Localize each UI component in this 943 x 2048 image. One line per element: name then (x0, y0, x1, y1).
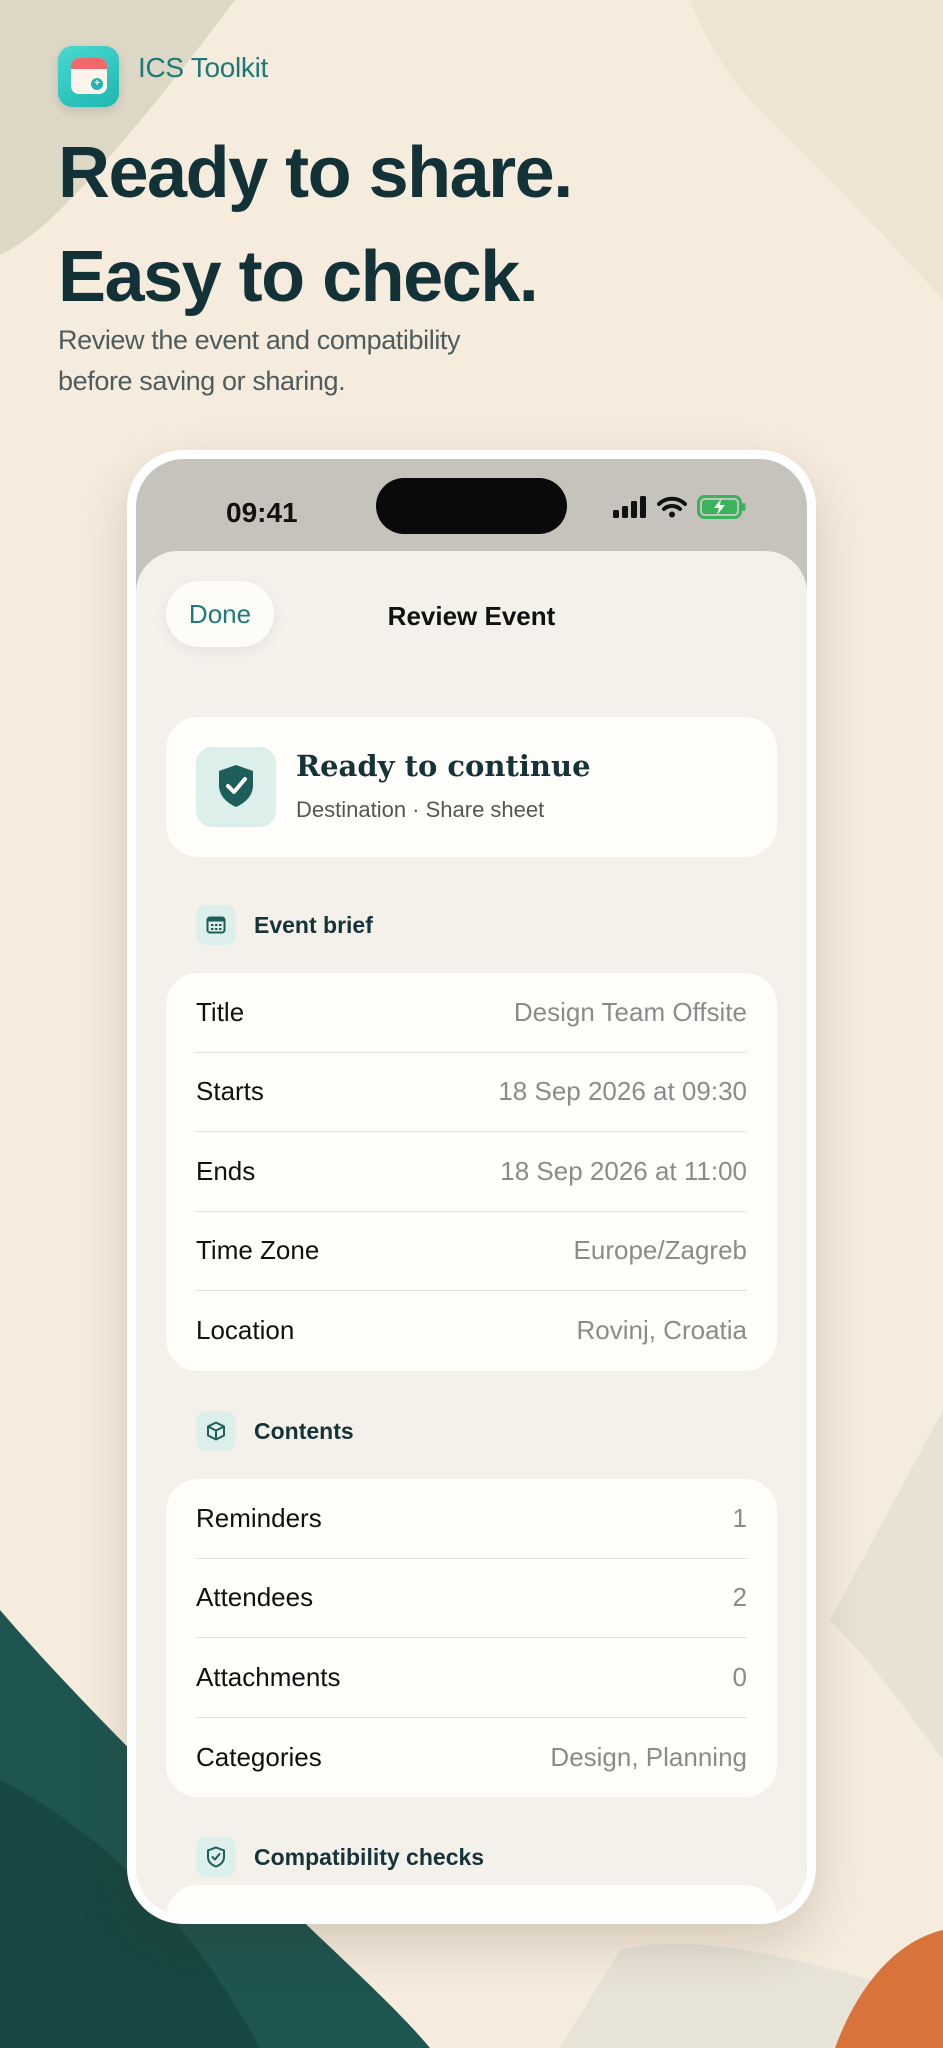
battery-charging-icon (697, 495, 746, 519)
row-key: Title (196, 996, 245, 1027)
row-key: Ends (196, 1155, 256, 1186)
box-icon (196, 1411, 236, 1451)
ready-status-card: Ready to continue Destination · Share sh… (166, 717, 777, 857)
hero-subtitle: Review the event and compatibility befor… (58, 325, 461, 396)
headline-primary: Ready to share. (58, 133, 573, 213)
row-key: Starts (196, 1076, 264, 1107)
row-value: 0 (732, 1661, 747, 1692)
row-value: Design, Planning (550, 1741, 747, 1772)
section-contents: Contents (196, 1411, 354, 1451)
review-sheet: Done Review Event Ready to continue Dest… (136, 551, 807, 1915)
list-item[interactable]: Time Zone Europe/Zagreb (196, 1212, 747, 1291)
list-item[interactable]: Location Rovinj, Croatia (196, 1291, 747, 1371)
row-key: Attachments (196, 1661, 341, 1692)
app-name: ICS Toolkit (138, 52, 269, 83)
list-item[interactable]: Title Design Team Offsite (196, 973, 747, 1053)
row-value: 18 Sep 2026 at 09:30 (498, 1076, 747, 1107)
status-icons (613, 495, 747, 519)
list-item[interactable]: Starts 18 Sep 2026 at 09:30 (196, 1053, 747, 1132)
list-item[interactable]: Ends 18 Sep 2026 at 11:00 (196, 1132, 747, 1212)
ready-title: Ready to continue (296, 749, 591, 783)
row-value: Rovinj, Croatia (576, 1315, 747, 1346)
section-compatibility: Compatibility checks (196, 1837, 484, 1877)
row-value: 18 Sep 2026 at 11:00 (500, 1155, 747, 1186)
headline-secondary: Easy to check. (58, 237, 539, 317)
compatibility-list (166, 1885, 777, 1915)
row-key: Categories (196, 1741, 322, 1772)
calendar-grid-icon (196, 905, 236, 945)
status-time: 09:41 (226, 497, 298, 528)
phone-frame: 09:41 Done Review Event Ready to continu… (127, 450, 816, 1924)
row-value: Europe/Zagreb (573, 1235, 747, 1266)
row-value: 1 (732, 1502, 747, 1533)
row-value: 2 (732, 1582, 747, 1613)
section-label: Contents (254, 1417, 354, 1444)
calendar-icon: + (71, 58, 107, 94)
row-key: Time Zone (196, 1235, 320, 1266)
event-brief-list: Title Design Team Offsite Starts 18 Sep 20… (166, 973, 777, 1371)
section-event-brief: Event brief (196, 905, 373, 945)
phone-screen: 09:41 Done Review Event Ready to continu… (136, 459, 807, 1915)
dynamic-island (376, 478, 567, 534)
row-key: Attendees (196, 1582, 314, 1613)
app-icon: + (58, 46, 119, 107)
wifi-icon (657, 496, 687, 518)
row-key: Location (196, 1315, 295, 1346)
shield-check-icon (196, 1837, 236, 1877)
contents-list: Reminders 1 Attendees 2 Attachments 0 Categ… (166, 1479, 777, 1797)
list-item[interactable]: Attachments 0 (196, 1638, 747, 1718)
row-value: Design Team Offsite (513, 996, 747, 1027)
section-label: Event brief (254, 911, 373, 938)
row-key: Reminders (196, 1502, 322, 1533)
signal-icon (613, 496, 646, 518)
list-item[interactable]: Categories Design, Planning (196, 1718, 747, 1798)
sheet-title: Review Event (387, 601, 556, 631)
list-item[interactable]: Reminders 1 (196, 1479, 747, 1559)
list-item[interactable]: Attendees 2 (196, 1559, 747, 1638)
shield-check-icon (196, 747, 276, 827)
section-label: Compatibility checks (254, 1843, 485, 1870)
ready-subtitle: Destination · Share sheet (296, 797, 545, 822)
